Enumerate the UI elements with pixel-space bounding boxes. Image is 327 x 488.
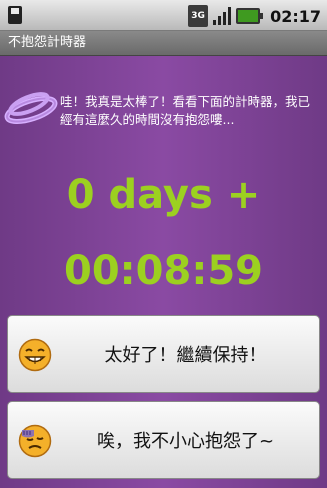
battery-icon <box>236 8 264 24</box>
title-bar: 不抱怨計時器 <box>0 31 327 56</box>
keep-it-up-label: 太好了！繼續保持！ <box>104 345 267 366</box>
days-counter: 0 days + <box>66 172 261 218</box>
network-3g-icon: 3G <box>188 5 209 27</box>
signal-icon <box>212 6 232 26</box>
wristband-icon <box>4 92 58 125</box>
app-screen: 3G 02:17 不抱怨計時器 哇！我真是太棒了！看看下面的計時器，我已經有這麼… <box>0 0 327 488</box>
sweating-face-icon <box>18 424 52 458</box>
status-bar: 3G 02:17 <box>0 0 327 31</box>
grinning-face-icon <box>18 338 52 372</box>
elapsed-timer: 00:08:59 <box>64 248 263 294</box>
keep-it-up-button[interactable]: 太好了！繼續保持！ <box>7 315 320 393</box>
complained-label: 唉，我不小心抱怨了~ <box>96 431 275 452</box>
status-clock: 02:17 <box>270 6 321 26</box>
app-title: 不抱怨計時器 <box>8 35 87 50</box>
main-content: 哇！我真是太棒了！看看下面的計時器，我已經有這麼久的時間沒有抱怨嘍... 0 d… <box>0 56 327 488</box>
complained-button[interactable]: 唉，我不小心抱怨了~ <box>7 401 320 479</box>
sd-card-icon <box>8 6 22 24</box>
network-label: 3G <box>191 11 205 21</box>
status-message: 哇！我真是太棒了！看看下面的計時器，我已經有這麼久的時間沒有抱怨嘍... <box>60 94 311 127</box>
